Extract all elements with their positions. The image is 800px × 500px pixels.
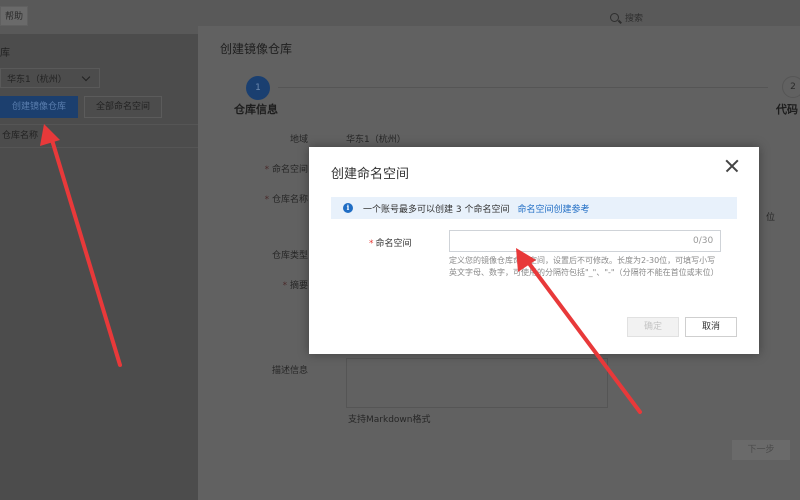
close-icon[interactable] (723, 157, 741, 175)
char-counter: 0/30 (693, 236, 714, 246)
search-icon (610, 12, 619, 22)
info-text: 一个账号最多可以创建 3 个命名空间 (363, 204, 510, 215)
markdown-hint: 支持Markdown格式 (348, 415, 431, 425)
region-select[interactable]: 华东1（杭州） (0, 68, 100, 88)
namespace-help-text: 定义您的镜像仓库命名空间，设置后不可修改。长度为2-30位，可填写小写英文字母、… (449, 256, 719, 277)
repo-type-label: 仓库类型 (271, 251, 308, 261)
top-search[interactable]: 搜索 (610, 9, 643, 25)
all-namespaces-select[interactable]: 全部命名空间 (84, 96, 162, 118)
step-1-indicator: 1 (246, 76, 270, 100)
summary-label: * 摘要 (282, 281, 308, 291)
column-header-repo-name: 仓库名称 (0, 124, 198, 148)
step-connector (278, 87, 768, 88)
namespace-guide-link[interactable]: 命名空间创建参考 (517, 202, 589, 215)
step-2-label: 代码 (776, 103, 798, 116)
description-label: 描述信息 (271, 366, 308, 376)
region-select-value: 华东1（杭州） (7, 74, 67, 85)
create-namespace-dialog: 创建命名空间 i 一个账号最多可以创建 3 个命名空间 命名空间创建参考 * 命名… (309, 147, 759, 354)
chevron-down-icon (81, 72, 91, 82)
repo-list-page: 库 华东1（杭州） 创建镜像仓库 全部命名空间 仓库名称 (0, 34, 198, 500)
cancel-button[interactable]: 取消 (685, 317, 737, 337)
repo-name-label: * 仓库名称 (264, 195, 308, 205)
field-hint-fragment: 位 (766, 213, 776, 223)
namespace-input[interactable] (449, 230, 721, 252)
namespace-field-label: * 命名空间 (369, 239, 412, 249)
drawer-title: 创建镜像仓库 (220, 42, 293, 56)
info-banner: i 一个账号最多可以创建 3 个命名空间 命名空间创建参考 (331, 197, 737, 219)
description-textarea[interactable] (346, 358, 608, 408)
namespace-label: * 命名空间 (264, 165, 308, 175)
search-placeholder: 搜索 (625, 13, 644, 24)
confirm-button[interactable]: 确定 (627, 317, 679, 337)
region-label: 地域 (289, 135, 308, 145)
page-title: 库 (0, 48, 10, 59)
create-repo-button[interactable]: 创建镜像仓库 (0, 96, 78, 118)
step-2-indicator: 2 (782, 76, 800, 98)
next-step-button[interactable]: 下一步 (732, 440, 790, 460)
info-icon: i (343, 203, 353, 213)
region-value: 华东1（杭州） (346, 135, 406, 145)
step-1-label: 仓库信息 (234, 103, 278, 116)
dialog-title: 创建命名空间 (331, 167, 410, 182)
help-button[interactable]: 帮助 (0, 6, 28, 26)
